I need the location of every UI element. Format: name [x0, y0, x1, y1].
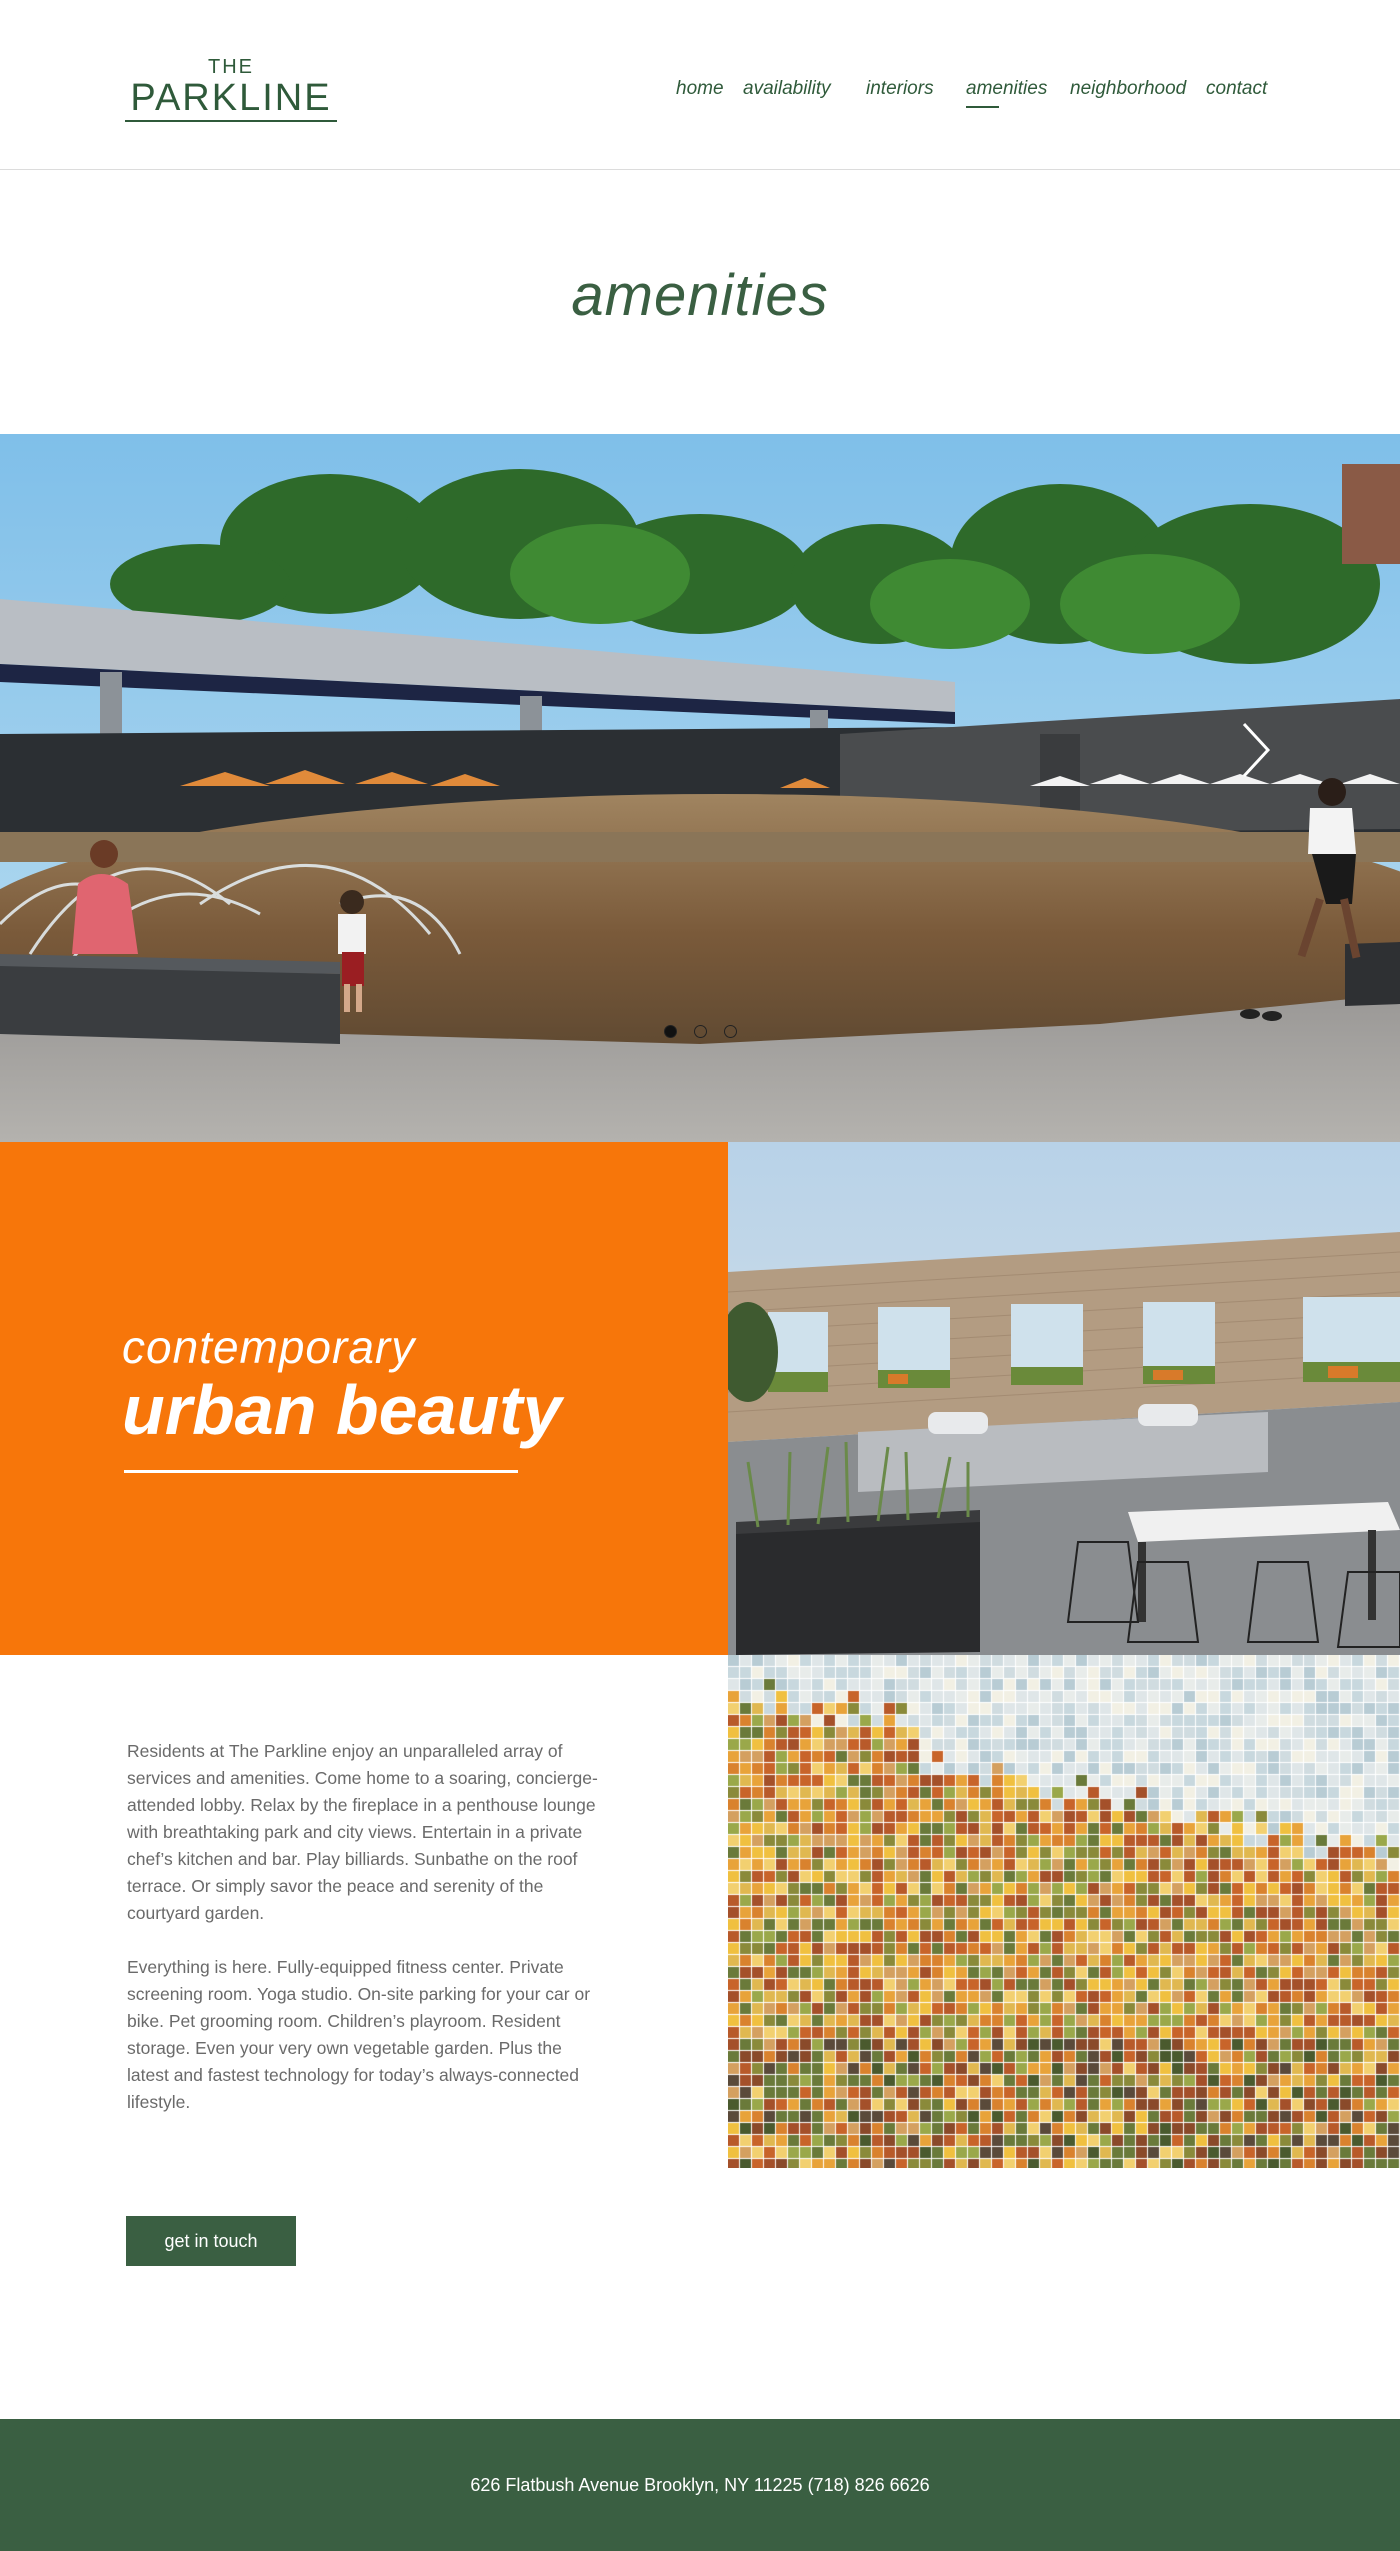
page-title: amenities — [571, 263, 829, 328]
logo-parkline-text: PARKLINE — [130, 77, 332, 119]
site-header: THE PARKLINE home availability interiors… — [0, 0, 1400, 170]
slider-next-arrow-icon[interactable] — [1236, 720, 1276, 780]
feature-subtitle: contemporary — [122, 1321, 416, 1373]
roof-terrace-image — [728, 1142, 1400, 1655]
get-in-touch-button[interactable]: get in touch — [126, 2216, 296, 2266]
nav-contact[interactable]: contact — [1206, 78, 1267, 100]
slider-dot-3[interactable] — [724, 1025, 737, 1038]
description-paragraph-2: Everything is here. Fully-equipped fitne… — [127, 1957, 591, 2112]
feature-panel: contemporary urban beauty — [0, 1142, 728, 1655]
slider-dot-1[interactable] — [664, 1025, 677, 1038]
site-footer: 626 Flatbush Avenue Brooklyn, NY 11225 (… — [0, 2419, 1400, 2551]
nav-home[interactable]: home — [676, 78, 724, 100]
feature-title: urban beauty — [122, 1371, 562, 1449]
nav-amenities[interactable]: amenities — [966, 78, 1047, 108]
parkline-logo[interactable]: THE PARKLINE — [125, 56, 337, 124]
slider-dot-2[interactable] — [694, 1025, 707, 1038]
nav-availability[interactable]: availability — [743, 78, 831, 100]
logo-the-text: THE — [208, 56, 254, 78]
nav-interiors[interactable]: interiors — [866, 78, 934, 100]
footer-address: 626 Flatbush Avenue Brooklyn, NY 11225 (… — [470, 2475, 930, 2495]
logo-underline — [125, 120, 337, 122]
description-paragraph-1: Residents at The Parkline enjoy an unpar… — [127, 1741, 598, 1923]
mosaic-canvas — [728, 1655, 1400, 2168]
amenities-description: Residents at The Parkline enjoy an unpar… — [127, 1738, 607, 2143]
slider-pagination — [660, 1025, 740, 1039]
feature-underline — [124, 1470, 518, 1473]
nav-neighborhood[interactable]: neighborhood — [1070, 78, 1186, 100]
autumn-mosaic-image — [728, 1655, 1400, 2168]
